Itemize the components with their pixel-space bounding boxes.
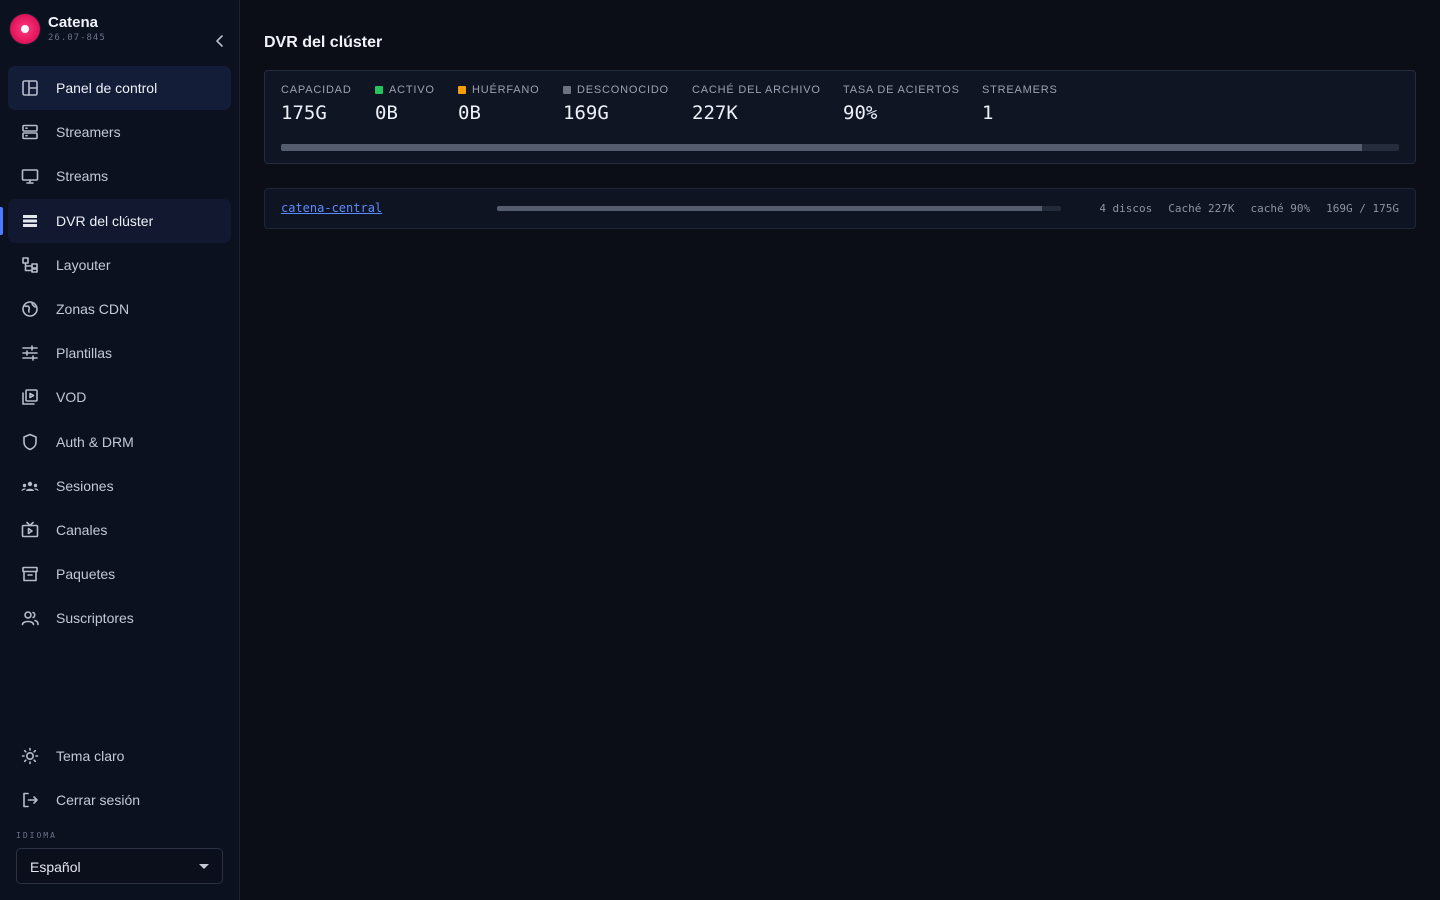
sidebar-item-channels[interactable]: Canales (8, 508, 231, 552)
sidebar-bottom: Tema claro Cerrar sesión (8, 734, 231, 822)
stat-capacity: CAPACIDAD 175G (281, 84, 352, 124)
dashboard-icon (20, 78, 40, 98)
sidebar-item-label: Streams (56, 168, 109, 185)
stat-hit-rate: TASA DE ACIERTOS 90% (843, 84, 960, 124)
video-library-icon (20, 387, 40, 407)
brand-name: Catena (48, 14, 99, 31)
stat-value: 169G (563, 102, 609, 124)
sliders-icon (20, 343, 40, 363)
layout-icon (20, 255, 40, 275)
node-cache: Caché 227K (1168, 202, 1235, 215)
capacity-usage-fill (281, 144, 1363, 151)
list-item: catena-central 4 discos Caché 227K caché… (264, 188, 1416, 229)
capacity-usage-bar (281, 144, 1399, 151)
sidebar-nav: Panel de control Streamers Streams DVR d… (0, 66, 231, 640)
node-hit-rate: caché 90% (1250, 202, 1311, 215)
main-content: DVR del clúster CAPACIDAD 175G ACTIVO 0B… (240, 0, 1440, 900)
sun-icon (20, 746, 40, 766)
stat-label: DESCONOCIDO (563, 84, 669, 96)
node-usage-bar (497, 206, 1061, 211)
node-link[interactable]: catena-central (281, 201, 382, 215)
sidebar-item-layouter[interactable]: Layouter (8, 243, 231, 287)
sidebar: Catena 26.07-845 Panel de control Stream… (0, 0, 240, 900)
sidebar-item-sessions[interactable]: Sesiones (8, 464, 231, 508)
sidebar-item-label: Panel de control (56, 80, 158, 96)
sidebar-item-label: Sesiones (56, 477, 114, 494)
status-dot-active (375, 86, 383, 94)
node-usage: 169G / 175G (1326, 202, 1399, 215)
stat-active: ACTIVO 0B (375, 84, 435, 124)
stat-label: CACHÉ DEL ARCHIVO (692, 84, 821, 96)
sidebar-item-label: Layouter (56, 256, 111, 273)
brand-version: 26.07-845 (48, 33, 106, 43)
stat-value: 175G (281, 102, 327, 124)
sidebar-item-label: VOD (56, 389, 87, 406)
stat-label: STREAMERS (982, 84, 1058, 96)
light-theme-toggle[interactable]: Tema claro (8, 734, 231, 778)
dvr-summary-card: CAPACIDAD 175G ACTIVO 0B HUÉRFANO 0B DES… (264, 70, 1416, 164)
stat-value: 227K (692, 102, 738, 124)
sidebar-item-dashboard[interactable]: Panel de control (8, 66, 231, 110)
group-icon (20, 476, 40, 496)
logout-icon (20, 790, 40, 810)
shield-icon (20, 432, 40, 452)
sidebar-item-subscribers[interactable]: Suscriptores (8, 596, 231, 640)
tv-icon (20, 520, 40, 540)
sidebar-item-label: Paquetes (56, 566, 116, 583)
users-icon (20, 608, 40, 628)
brand-logo (10, 14, 40, 44)
node-disks: 4 discos (1099, 202, 1153, 215)
sidebar-item-label: Canales (56, 521, 108, 538)
sidebar-item-label: Streamers (56, 124, 121, 141)
stat-label: HUÉRFANO (458, 84, 540, 96)
sidebar-item-templates[interactable]: Plantillas (8, 331, 231, 375)
list-icon (20, 211, 40, 231)
globe-icon (20, 299, 40, 319)
sidebar-item-vod[interactable]: VOD (8, 375, 231, 419)
sidebar-item-label: Zonas CDN (56, 300, 130, 317)
stat-unknown: DESCONOCIDO 169G (563, 84, 669, 124)
archive-icon (20, 564, 40, 584)
stat-value: 0B (458, 102, 481, 124)
language-select-value: Español (30, 859, 81, 875)
stat-value: 1 (982, 102, 994, 124)
stat-label: ACTIVO (375, 84, 435, 96)
chevron-down-icon (199, 864, 209, 869)
stat-value: 0B (375, 102, 398, 124)
stat-orphan: HUÉRFANO 0B (458, 84, 540, 124)
active-indicator (0, 206, 3, 235)
stat-label: CAPACIDAD (281, 84, 352, 96)
stat-archive-cache: CACHÉ DEL ARCHIVO 227K (692, 84, 821, 124)
status-dot-unknown (563, 86, 571, 94)
node-usage-fill (497, 206, 1043, 211)
stat-value: 90% (843, 102, 878, 124)
brand: Catena 26.07-845 (10, 12, 230, 47)
sidebar-item-streams[interactable]: Streams (8, 154, 231, 198)
sidebar-item-streamers[interactable]: Streamers (8, 110, 231, 154)
sidebar-item-label: Tema claro (56, 748, 125, 764)
sidebar-item-auth-drm[interactable]: Auth & DRM (8, 420, 231, 464)
sidebar-item-label: Plantillas (56, 345, 113, 362)
stat-label: TASA DE ACIERTOS (843, 84, 960, 96)
sidebar-item-label: Cerrar sesión (56, 792, 141, 809)
collapse-sidebar-button[interactable] (210, 30, 230, 52)
sidebar-item-packages[interactable]: Paquetes (8, 552, 231, 596)
status-dot-orphan (458, 86, 466, 94)
sidebar-item-cluster-dvr[interactable]: DVR del clúster (0, 198, 231, 243)
node-meta: 4 discos Caché 227K caché 90% 169G / 175… (1099, 202, 1399, 215)
chevron-left-icon (216, 35, 223, 47)
language-select[interactable]: Español (16, 848, 223, 884)
server-icon (20, 122, 40, 142)
sidebar-item-cdn-zones[interactable]: Zonas CDN (8, 287, 231, 331)
monitor-icon (20, 166, 40, 186)
sidebar-item-label: Suscriptores (56, 610, 134, 627)
page-title: DVR del clúster (264, 34, 383, 51)
sidebar-item-label: DVR del clúster (56, 212, 154, 229)
stat-streamers: STREAMERS 1 (982, 84, 1058, 124)
language-label: IDIOMA (16, 831, 57, 840)
logout-button[interactable]: Cerrar sesión (8, 778, 231, 822)
sidebar-item-label: Auth & DRM (56, 433, 134, 450)
